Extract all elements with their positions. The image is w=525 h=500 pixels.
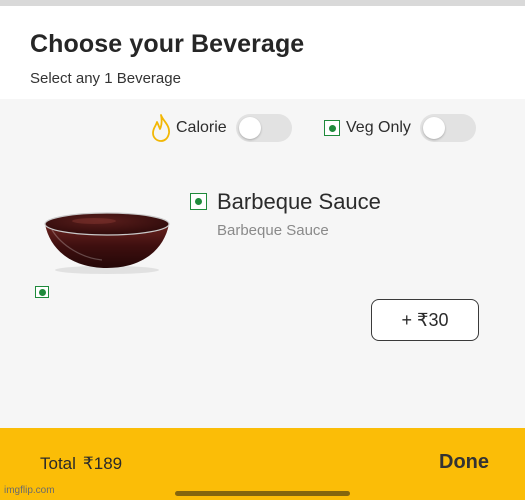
total-label: Total bbox=[40, 454, 76, 473]
page-subtitle: Select any 1 Beverage bbox=[30, 70, 181, 87]
flame-icon bbox=[152, 114, 170, 142]
veg-only-toggle[interactable] bbox=[419, 114, 476, 142]
veg-only-label: Veg Only bbox=[346, 119, 411, 136]
done-button[interactable]: Done bbox=[439, 451, 489, 474]
total-amount: ₹189 bbox=[82, 454, 123, 473]
toggle-knob bbox=[238, 117, 261, 139]
page-title: Choose your Beverage bbox=[30, 30, 305, 58]
veg-icon bbox=[35, 286, 49, 298]
order-total: Total ₹189 bbox=[40, 454, 122, 474]
toggle-knob bbox=[422, 117, 445, 139]
item-description: Barbeque Sauce bbox=[217, 222, 329, 239]
calorie-filter: Calorie bbox=[150, 113, 292, 143]
item-name[interactable]: Barbeque Sauce bbox=[217, 189, 381, 215]
veg-icon bbox=[190, 193, 207, 210]
watermark: imgflip.com bbox=[4, 485, 55, 496]
veg-icon bbox=[324, 120, 340, 136]
calorie-label: Calorie bbox=[176, 119, 227, 136]
sauce-bowl-image[interactable] bbox=[42, 210, 172, 274]
calorie-toggle[interactable] bbox=[235, 114, 292, 142]
add-item-button[interactable]: + ₹30 bbox=[371, 299, 479, 341]
home-indicator[interactable] bbox=[175, 491, 350, 496]
veg-only-filter: Veg Only bbox=[324, 113, 476, 143]
